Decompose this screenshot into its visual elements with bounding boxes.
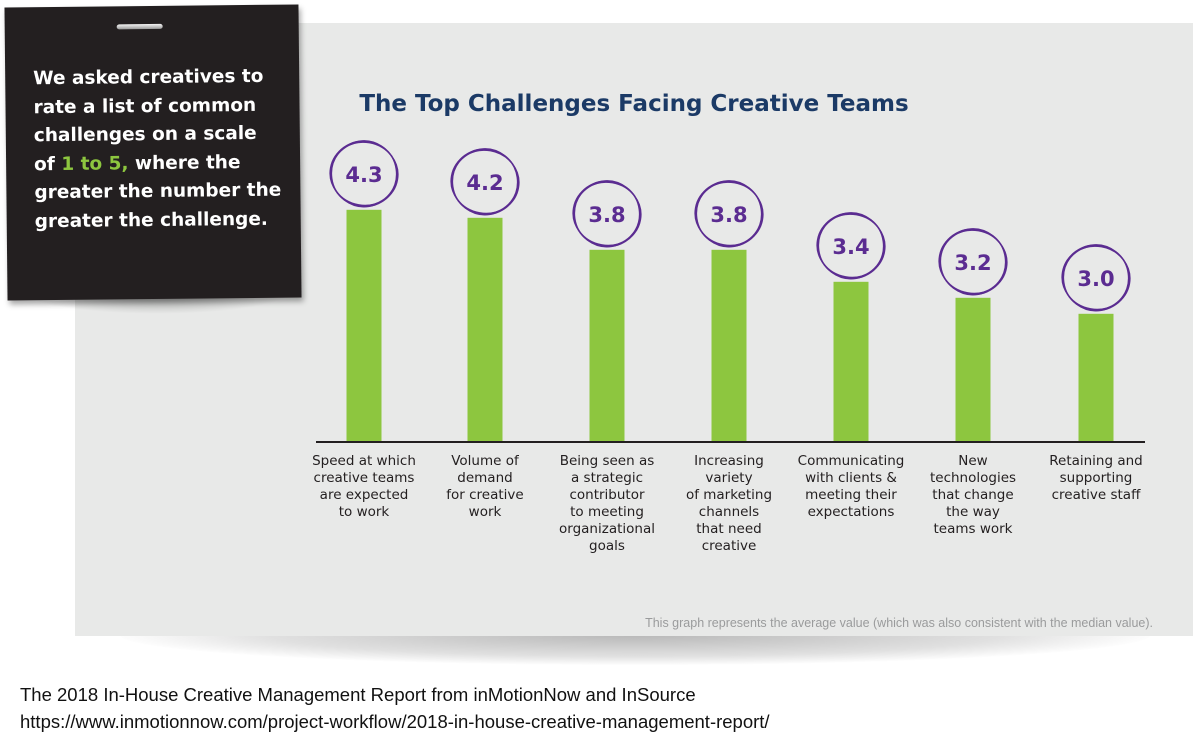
bar	[589, 249, 625, 441]
x-tick-label: New technologies that change the way teams w…	[929, 453, 1017, 537]
paper-clip-icon	[116, 23, 163, 30]
source-url[interactable]: https://www.inmotionnow.com/project-work…	[20, 711, 770, 733]
intro-note-text: We asked creatives to rate a list of com…	[33, 63, 285, 237]
bar	[467, 217, 503, 441]
data-label: 3.8	[588, 203, 625, 227]
note-scale-highlight: 1 to 5,	[61, 152, 129, 175]
bar	[955, 297, 991, 441]
bar	[346, 209, 382, 441]
bar	[1078, 313, 1114, 441]
bar	[711, 249, 747, 441]
bar	[833, 281, 869, 441]
x-tick-label: Speed at which creative teams are expected…	[312, 453, 416, 520]
data-label: 3.4	[832, 235, 869, 259]
data-label: 3.0	[1077, 267, 1114, 291]
intro-note-card: We asked creatives to rate a list of com…	[4, 4, 302, 301]
data-label: 4.3	[345, 163, 382, 187]
source-title: The 2018 In-House Creative Management Re…	[20, 684, 696, 705]
data-label: 4.2	[466, 171, 503, 195]
data-label: 3.2	[954, 251, 991, 275]
x-tick-label: Volume of demand for creative work	[446, 453, 524, 520]
x-tick-label: Increasing variety of marketing channels tha…	[685, 453, 773, 554]
x-tick-label: Being seen as a strategic contributor to me…	[559, 453, 655, 554]
data-label: 3.8	[710, 203, 747, 227]
x-tick-label: Retaining and supporting creative staff	[1049, 453, 1143, 503]
x-tick-label: Communicating with clients & meeting their…	[797, 453, 905, 520]
